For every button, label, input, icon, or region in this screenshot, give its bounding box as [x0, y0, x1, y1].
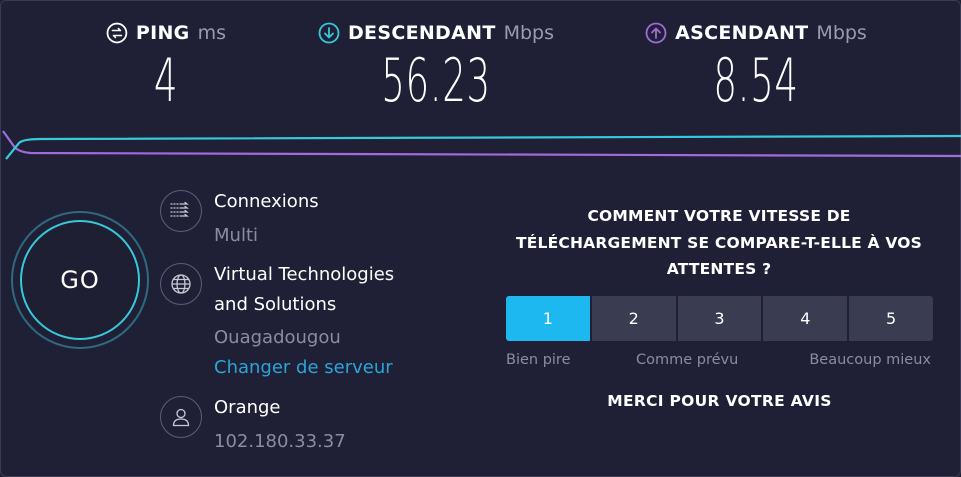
- provider-ip: 102.180.33.37: [214, 431, 346, 452]
- connections-label: Connexions: [214, 191, 319, 212]
- rating-option-4[interactable]: 4: [763, 296, 848, 341]
- speed-graph: [2, 130, 961, 160]
- provider-info: Orange 102.180.33.37: [214, 393, 346, 457]
- ping-icon: [106, 22, 128, 44]
- connections-info: Connexions Multi: [214, 187, 319, 251]
- rating-option-2[interactable]: 2: [591, 296, 676, 341]
- server-name-line2: and Solutions: [214, 294, 337, 315]
- download-value: 56.23: [381, 46, 491, 116]
- survey-question-line1: COMMENT VOTRE VITESSE DE: [587, 207, 851, 225]
- change-server-link[interactable]: Changer de serveur: [214, 353, 394, 383]
- go-label: GO: [60, 266, 100, 294]
- download-result: DESCENDANT Mbps 56.23: [311, 19, 561, 111]
- download-unit: Mbps: [503, 22, 555, 44]
- upload-result: ASCENDANT Mbps 8.54: [631, 19, 881, 111]
- survey-question-line2: TÉLÉCHARGEMENT SE COMPARE-T-ELLE À VOS: [515, 233, 922, 252]
- provider-name: Orange: [214, 397, 281, 418]
- rating-label-low: Bien pire: [506, 352, 571, 368]
- rating-option-1[interactable]: 1: [506, 296, 590, 341]
- user-icon: [160, 396, 202, 438]
- upload-value: 8.54: [713, 46, 799, 116]
- upload-label: ASCENDANT: [675, 22, 809, 44]
- go-button[interactable]: GO: [11, 211, 149, 349]
- server-info: Virtual Technologies and Solutions Ouaga…: [214, 260, 394, 383]
- rating-label-high: Beaucoup mieux: [809, 352, 931, 368]
- ping-value: 4: [153, 46, 179, 116]
- rating-scale: 1 2 3 4 5: [506, 296, 933, 341]
- download-icon: [318, 22, 340, 44]
- ping-unit: ms: [197, 22, 226, 44]
- ping-result: PING ms 4: [106, 19, 226, 111]
- connections-icon: [160, 190, 202, 232]
- server-location: Ouagadougou: [214, 327, 341, 348]
- survey-thanks: MERCI POUR VOTRE AVIS: [607, 392, 832, 410]
- server-name-line1: Virtual Technologies: [214, 264, 395, 285]
- survey-question-line3: ATTENTES ?: [666, 260, 772, 278]
- rating-option-3[interactable]: 3: [677, 296, 762, 341]
- upload-icon: [645, 22, 667, 44]
- rating-label-mid: Comme prévu: [636, 352, 739, 368]
- globe-icon: [160, 263, 202, 305]
- speedtest-panel: PING ms 4 DESCENDANT Mbps 56.23 ASCENDAN…: [0, 0, 961, 477]
- ping-label: PING: [135, 22, 190, 44]
- rating-option-5[interactable]: 5: [849, 296, 933, 341]
- upload-graph-line: [2, 130, 961, 158]
- download-label: DESCENDANT: [347, 22, 496, 44]
- upload-unit: Mbps: [816, 22, 867, 44]
- survey-question: COMMENT VOTRE VITESSE DE TÉLÉCHARGEMENT …: [491, 203, 947, 283]
- connections-mode[interactable]: Multi: [214, 221, 319, 251]
